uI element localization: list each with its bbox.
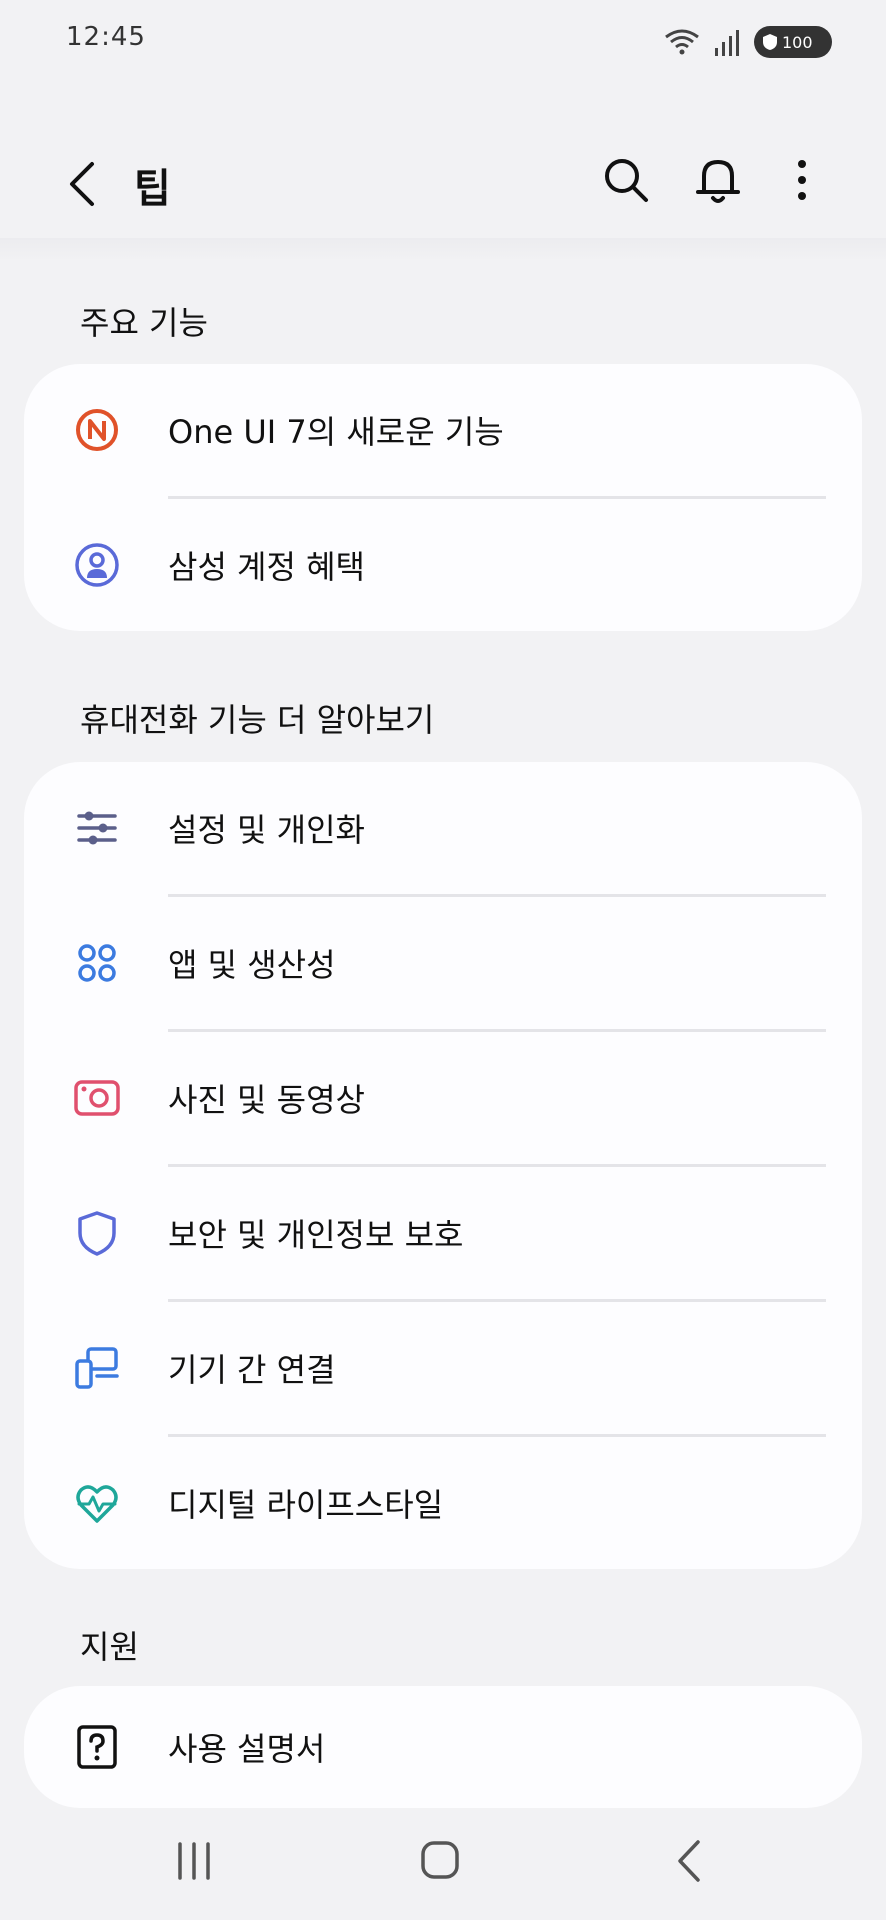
nav-back-button[interactable] [660, 1836, 720, 1886]
search-button[interactable] [598, 152, 654, 208]
list-item-label: 설정 및 개인화 [168, 811, 365, 849]
system-navigation-bar [0, 1800, 886, 1920]
list-item-label: 기기 간 연결 [168, 1351, 336, 1389]
list-item-photos-videos[interactable]: 사진 및 동영상 [24, 1032, 862, 1164]
list-item-label: One UI 7의 새로운 기능 [168, 413, 504, 451]
battery-level: 100 [782, 32, 813, 52]
list-item-one-ui-7[interactable]: One UI 7의 새로운 기능 [24, 364, 862, 496]
list-item-label: 사용 설명서 [168, 1730, 326, 1768]
list-item-apps-productivity[interactable]: 앱 및 생산성 [24, 897, 862, 1029]
chevron-left-icon [70, 162, 94, 206]
apps-grid-icon [72, 938, 122, 988]
notifications-button[interactable] [690, 152, 746, 208]
section-title-support: 지원 [80, 1628, 139, 1666]
list-item-device-connection[interactable]: 기기 간 연결 [24, 1302, 862, 1434]
list-item-label: 앱 및 생산성 [168, 946, 336, 984]
section-title-learn-more: 휴대전화 기능 더 알아보기 [80, 701, 435, 739]
list-item-label: 보안 및 개인정보 보호 [168, 1216, 464, 1254]
account-icon [72, 540, 122, 590]
status-time: 12:45 [66, 22, 146, 52]
heart-pulse-icon [72, 1478, 122, 1528]
more-options-button[interactable] [774, 152, 830, 208]
bell-icon [696, 160, 740, 203]
home-button[interactable] [410, 1836, 470, 1886]
list-item-digital-lifestyle[interactable]: 디지털 라이프스타일 [24, 1437, 862, 1569]
section-title-key-features: 주요 기능 [80, 304, 208, 342]
status-icons: 100 [664, 24, 832, 60]
shield-icon [72, 1208, 122, 1258]
page-title: 팁 [134, 166, 171, 212]
key-features-card: One UI 7의 새로운 기능 삼성 계정 혜택 [24, 364, 862, 631]
list-item-label: 디지털 라이프스타일 [168, 1486, 444, 1524]
list-item-user-manual[interactable]: 사용 설명서 [24, 1686, 862, 1808]
back-button[interactable] [58, 156, 106, 212]
list-item-security-privacy[interactable]: 보안 및 개인정보 보호 [24, 1167, 862, 1299]
one-ui-badge-icon [72, 405, 122, 455]
search-icon [605, 159, 648, 202]
list-item-label: 삼성 계정 혜택 [168, 548, 365, 586]
status-bar: 12:45 100 [0, 0, 886, 80]
support-card: 사용 설명서 [24, 1686, 862, 1808]
recent-apps-icon [178, 1842, 210, 1880]
list-item-settings-personalization[interactable]: 설정 및 개인화 [24, 762, 862, 894]
signal-icon [715, 30, 739, 56]
devices-icon [72, 1343, 122, 1393]
wifi-icon [665, 29, 699, 55]
help-icon [72, 1722, 122, 1772]
recent-apps-button[interactable] [164, 1836, 224, 1886]
camera-icon [72, 1073, 122, 1123]
header-shadow [0, 238, 886, 262]
home-icon [421, 1841, 459, 1879]
back-icon [678, 1840, 700, 1882]
more-vertical-icon [798, 160, 806, 200]
app-header: 팁 [0, 120, 886, 240]
list-item-samsung-account-benefits[interactable]: 삼성 계정 혜택 [24, 499, 862, 631]
shield-battery-icon [763, 34, 777, 50]
battery-indicator: 100 [754, 26, 832, 58]
list-item-label: 사진 및 동영상 [168, 1081, 365, 1119]
sliders-icon [72, 803, 122, 853]
learn-more-card: 설정 및 개인화 앱 및 생산성 사진 및 동영상 보안 및 개인정보 보호 기… [24, 762, 862, 1569]
